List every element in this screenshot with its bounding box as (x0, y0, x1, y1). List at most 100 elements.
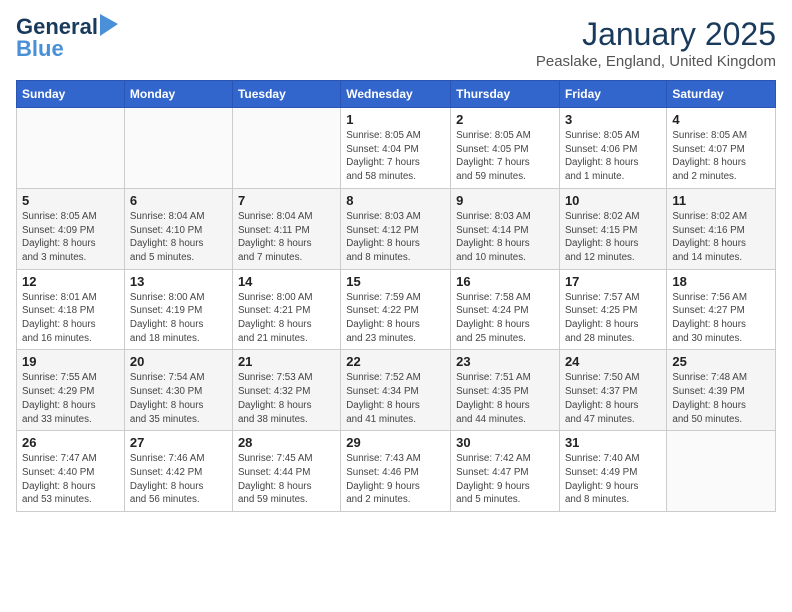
day-info: Sunrise: 7:59 AM Sunset: 4:22 PM Dayligh… (346, 291, 445, 346)
calendar-cell: 3 Sunrise: 8:05 AM Sunset: 4:06 PM Daylig… (559, 108, 666, 189)
day-number: 28 (238, 435, 335, 450)
day-info: Sunrise: 8:03 AM Sunset: 4:12 PM Dayligh… (346, 210, 445, 265)
day-number: 11 (672, 193, 770, 208)
day-number: 6 (130, 193, 227, 208)
calendar-cell: 28 Sunrise: 7:45 AM Sunset: 4:44 PM Dayli… (232, 431, 340, 512)
calendar-cell: 21 Sunrise: 7:53 AM Sunset: 4:32 PM Dayli… (232, 350, 340, 431)
calendar-cell: 8 Sunrise: 8:03 AM Sunset: 4:12 PM Daylig… (341, 188, 451, 269)
day-number: 2 (456, 112, 554, 127)
weekday-header-monday: Monday (124, 81, 232, 108)
calendar-cell: 20Sunrise: 7:54 AM Sunset: 4:30 PM Dayli… (124, 350, 232, 431)
calendar-cell: 17 Sunrise: 7:57 AM Sunset: 4:25 PM Dayli… (559, 269, 666, 350)
day-info: Sunrise: 7:42 AM Sunset: 4:47 PM Dayligh… (456, 452, 554, 507)
calendar-cell: 19 Sunrise: 7:55 AM Sunset: 4:29 PM Dayli… (17, 350, 125, 431)
day-number: 3 (565, 112, 661, 127)
logo-general: General (16, 16, 98, 38)
day-info: Sunrise: 7:50 AM Sunset: 4:37 PM Dayligh… (565, 371, 661, 426)
day-info: Sunrise: 8:05 AM Sunset: 4:05 PM Dayligh… (456, 129, 554, 184)
calendar-cell: 2 Sunrise: 8:05 AM Sunset: 4:05 PM Daylig… (451, 108, 560, 189)
day-number: 25 (672, 354, 770, 369)
day-info: Sunrise: 7:45 AM Sunset: 4:44 PM Dayligh… (238, 452, 335, 507)
day-number: 14 (238, 274, 335, 289)
day-info: Sunrise: 8:02 AM Sunset: 4:16 PM Dayligh… (672, 210, 770, 265)
calendar-cell: 11 Sunrise: 8:02 AM Sunset: 4:16 PM Dayli… (667, 188, 776, 269)
day-info: Sunrise: 7:52 AM Sunset: 4:34 PM Dayligh… (346, 371, 445, 426)
day-info: Sunrise: 7:58 AM Sunset: 4:24 PM Dayligh… (456, 291, 554, 346)
calendar-cell (667, 431, 776, 512)
day-number: 5 (22, 193, 119, 208)
day-number: 1 (346, 112, 445, 127)
calendar-cell: 12Sunrise: 8:01 AM Sunset: 4:18 PM Dayli… (17, 269, 125, 350)
calendar-cell: 25 Sunrise: 7:48 AM Sunset: 4:39 PM Dayli… (667, 350, 776, 431)
calendar-cell: 22 Sunrise: 7:52 AM Sunset: 4:34 PM Dayli… (341, 350, 451, 431)
calendar-cell: 27 Sunrise: 7:46 AM Sunset: 4:42 PM Dayli… (124, 431, 232, 512)
day-info: Sunrise: 7:51 AM Sunset: 4:35 PM Dayligh… (456, 371, 554, 426)
calendar-title: January 2025 (536, 16, 776, 53)
day-info: Sunrise: 7:57 AM Sunset: 4:25 PM Dayligh… (565, 291, 661, 346)
calendar-cell: 31Sunrise: 7:40 AM Sunset: 4:49 PM Dayli… (559, 431, 666, 512)
day-number: 15 (346, 274, 445, 289)
day-number: 4 (672, 112, 770, 127)
calendar-cell: 5 Sunrise: 8:05 AM Sunset: 4:09 PM Daylig… (17, 188, 125, 269)
week-row-3: 12Sunrise: 8:01 AM Sunset: 4:18 PM Dayli… (17, 269, 776, 350)
calendar-cell: 4 Sunrise: 8:05 AM Sunset: 4:07 PM Daylig… (667, 108, 776, 189)
day-info: Sunrise: 8:03 AM Sunset: 4:14 PM Dayligh… (456, 210, 554, 265)
calendar-cell: 29Sunrise: 7:43 AM Sunset: 4:46 PM Dayli… (341, 431, 451, 512)
day-number: 13 (130, 274, 227, 289)
calendar-cell: 30 Sunrise: 7:42 AM Sunset: 4:47 PM Dayli… (451, 431, 560, 512)
calendar-cell (17, 108, 125, 189)
calendar-cell: 9Sunrise: 8:03 AM Sunset: 4:14 PM Daylig… (451, 188, 560, 269)
day-number: 16 (456, 274, 554, 289)
day-info: Sunrise: 8:00 AM Sunset: 4:21 PM Dayligh… (238, 291, 335, 346)
day-info: Sunrise: 8:05 AM Sunset: 4:07 PM Dayligh… (672, 129, 770, 184)
day-number: 18 (672, 274, 770, 289)
day-number: 21 (238, 354, 335, 369)
day-number: 23 (456, 354, 554, 369)
day-number: 8 (346, 193, 445, 208)
calendar-cell: 24Sunrise: 7:50 AM Sunset: 4:37 PM Dayli… (559, 350, 666, 431)
day-info: Sunrise: 8:05 AM Sunset: 4:09 PM Dayligh… (22, 210, 119, 265)
day-number: 22 (346, 354, 445, 369)
day-info: Sunrise: 7:43 AM Sunset: 4:46 PM Dayligh… (346, 452, 445, 507)
calendar-cell: 23 Sunrise: 7:51 AM Sunset: 4:35 PM Dayli… (451, 350, 560, 431)
day-info: Sunrise: 8:05 AM Sunset: 4:04 PM Dayligh… (346, 129, 445, 184)
day-number: 27 (130, 435, 227, 450)
calendar-cell (232, 108, 340, 189)
calendar-cell: 14 Sunrise: 8:00 AM Sunset: 4:21 PM Dayli… (232, 269, 340, 350)
day-info: Sunrise: 8:05 AM Sunset: 4:06 PM Dayligh… (565, 129, 661, 184)
day-info: Sunrise: 7:48 AM Sunset: 4:39 PM Dayligh… (672, 371, 770, 426)
weekday-header-saturday: Saturday (667, 81, 776, 108)
logo-blue: Blue (16, 36, 64, 61)
calendar-table: SundayMondayTuesdayWednesdayThursdayFrid… (16, 80, 776, 512)
day-number: 17 (565, 274, 661, 289)
calendar-cell: 10Sunrise: 8:02 AM Sunset: 4:15 PM Dayli… (559, 188, 666, 269)
day-number: 19 (22, 354, 119, 369)
week-row-5: 26Sunrise: 7:47 AM Sunset: 4:40 PM Dayli… (17, 431, 776, 512)
day-info: Sunrise: 7:46 AM Sunset: 4:42 PM Dayligh… (130, 452, 227, 507)
calendar-cell: 16 Sunrise: 7:58 AM Sunset: 4:24 PM Dayli… (451, 269, 560, 350)
day-info: Sunrise: 8:00 AM Sunset: 4:19 PM Dayligh… (130, 291, 227, 346)
logo-icon (100, 14, 118, 36)
day-number: 7 (238, 193, 335, 208)
day-number: 20 (130, 354, 227, 369)
calendar-cell (124, 108, 232, 189)
weekday-header-thursday: Thursday (451, 81, 560, 108)
day-number: 30 (456, 435, 554, 450)
calendar-cell: 13 Sunrise: 8:00 AM Sunset: 4:19 PM Dayli… (124, 269, 232, 350)
day-info: Sunrise: 8:02 AM Sunset: 4:15 PM Dayligh… (565, 210, 661, 265)
day-info: Sunrise: 8:04 AM Sunset: 4:11 PM Dayligh… (238, 210, 335, 265)
day-info: Sunrise: 8:01 AM Sunset: 4:18 PM Dayligh… (22, 291, 119, 346)
weekday-header-wednesday: Wednesday (341, 81, 451, 108)
weekday-header-row: SundayMondayTuesdayWednesdayThursdayFrid… (17, 81, 776, 108)
logo: General Blue (16, 16, 118, 61)
calendar-subtitle: Peaslake, England, United Kingdom (536, 53, 776, 70)
weekday-header-sunday: Sunday (17, 81, 125, 108)
calendar-cell: 7 Sunrise: 8:04 AM Sunset: 4:11 PM Daylig… (232, 188, 340, 269)
day-number: 31 (565, 435, 661, 450)
calendar-cell: 1 Sunrise: 8:05 AM Sunset: 4:04 PM Daylig… (341, 108, 451, 189)
day-info: Sunrise: 7:55 AM Sunset: 4:29 PM Dayligh… (22, 371, 119, 426)
day-info: Sunrise: 7:53 AM Sunset: 4:32 PM Dayligh… (238, 371, 335, 426)
calendar-cell: 15 Sunrise: 7:59 AM Sunset: 4:22 PM Dayli… (341, 269, 451, 350)
day-info: Sunrise: 7:56 AM Sunset: 4:27 PM Dayligh… (672, 291, 770, 346)
week-row-2: 5 Sunrise: 8:05 AM Sunset: 4:09 PM Daylig… (17, 188, 776, 269)
